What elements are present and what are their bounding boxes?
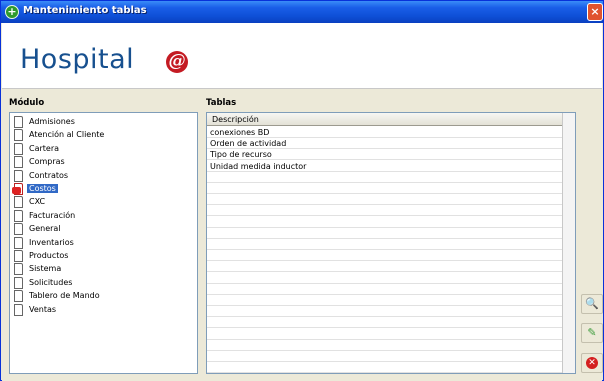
close-button[interactable]: × <box>587 3 603 21</box>
empty-table-row[interactable] <box>207 340 563 351</box>
window-title: Mantenimiento tablas <box>23 5 147 16</box>
module-item-label: Contratos <box>29 170 69 180</box>
document-icon <box>14 142 23 155</box>
empty-table-row[interactable] <box>207 351 563 362</box>
title-bar[interactable]: + Mantenimiento tablas × <box>1 1 603 23</box>
document-icon <box>14 276 23 289</box>
selected-marker-icon <box>12 187 21 194</box>
empty-table-row[interactable] <box>207 362 563 373</box>
edit-icon: ✎ <box>587 326 597 339</box>
column-header-label: Descripción <box>212 115 259 124</box>
search-button[interactable]: 🔍 <box>581 294 603 314</box>
module-item-label: Sistema <box>29 264 62 274</box>
table-row[interactable]: conexiones BD <box>207 127 563 138</box>
document-icon <box>14 303 23 316</box>
empty-table-row[interactable] <box>207 295 563 306</box>
module-item-label: Ventas <box>29 304 57 314</box>
empty-table-row[interactable] <box>207 228 563 239</box>
edit-button[interactable]: ✎ <box>581 323 603 343</box>
module-item-label: Costos <box>27 184 58 193</box>
brand-mark-icon: @ <box>166 51 188 73</box>
table-cell-descripcion: Tipo de recurso <box>210 150 272 160</box>
modules-label: Módulo <box>9 98 45 108</box>
empty-table-row[interactable] <box>207 250 563 262</box>
module-item-label: General <box>29 224 61 234</box>
module-item-label: Productos <box>29 251 69 260</box>
empty-table-row[interactable] <box>207 261 563 273</box>
module-item-label: Solicitudes <box>29 277 73 287</box>
table-row[interactable]: Unidad medida inductor <box>207 161 563 172</box>
table-row[interactable]: Tipo de recurso <box>207 149 563 161</box>
empty-table-row[interactable] <box>207 329 563 340</box>
table-cell-descripcion: Unidad medida inductor <box>210 161 307 171</box>
module-item-label: Cartera <box>29 143 60 153</box>
empty-table-row[interactable] <box>207 306 563 318</box>
module-item-label: Compras <box>29 157 65 167</box>
delete-button[interactable]: ✕ <box>581 353 603 373</box>
window: + Mantenimiento tablas × Hospital @ Módu… <box>0 0 604 381</box>
brand-header: Hospital @ <box>2 23 602 89</box>
module-item-label: Admisiones <box>29 117 75 126</box>
module-item-label: Atención al Cliente <box>29 130 105 140</box>
empty-table-row[interactable] <box>207 273 563 284</box>
module-item-label: Facturación <box>29 210 76 220</box>
document-icon <box>14 236 23 249</box>
tables-label: Tablas <box>206 98 237 108</box>
module-list[interactable]: Admisiones Atención al Cliente Cartera Comp… <box>9 112 198 374</box>
delete-icon: ✕ <box>586 357 598 369</box>
open-document-icon <box>12 183 23 195</box>
empty-table-row[interactable] <box>207 183 563 194</box>
document-icon <box>14 169 23 182</box>
table-cell-descripcion: conexiones BD <box>210 128 270 137</box>
module-item-label: Inventarios <box>29 237 74 247</box>
empty-table-row[interactable] <box>207 205 563 217</box>
app-add-icon: + <box>5 5 19 19</box>
empty-table-row[interactable] <box>207 239 563 250</box>
document-icon <box>14 156 23 169</box>
document-icon <box>14 209 23 222</box>
brand-name: Hospital <box>20 44 135 75</box>
empty-table-row[interactable] <box>207 172 563 183</box>
document-icon <box>14 250 23 262</box>
empty-table-row[interactable] <box>207 194 563 206</box>
grid-scroll-column <box>562 113 575 373</box>
document-icon <box>14 116 23 128</box>
document-icon <box>14 196 23 209</box>
empty-table-row[interactable] <box>207 317 563 329</box>
document-icon <box>14 263 23 276</box>
table-row[interactable]: Orden de actividad <box>207 138 563 150</box>
empty-table-row[interactable] <box>207 284 563 295</box>
column-header-descripcion[interactable]: Descripción <box>207 113 563 126</box>
empty-table-row[interactable] <box>207 217 563 228</box>
module-item-label: Tablero de Mando <box>29 291 100 301</box>
search-icon: 🔍 <box>585 297 599 310</box>
table-cell-descripcion: Orden de actividad <box>210 139 287 149</box>
tables-grid[interactable]: Descripción conexiones BD Orden de activi… <box>206 112 576 374</box>
document-icon <box>14 129 23 142</box>
document-icon <box>14 290 23 303</box>
document-icon <box>14 223 23 236</box>
module-item-label: CXC <box>29 197 46 207</box>
